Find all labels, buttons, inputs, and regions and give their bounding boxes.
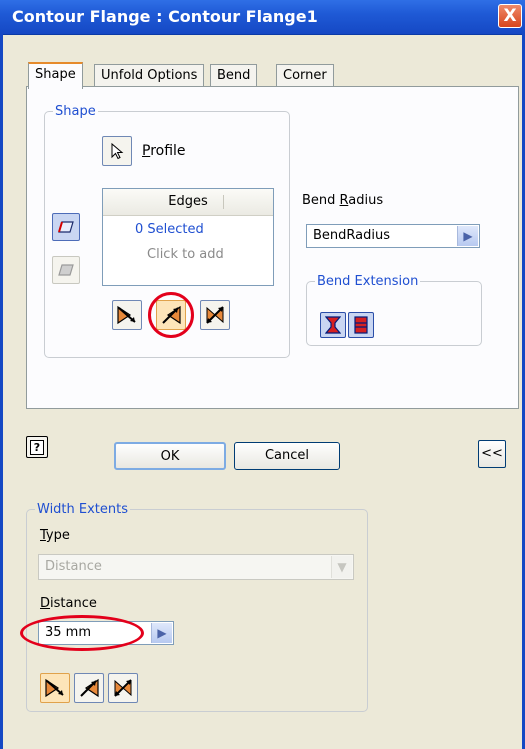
edge-mode-button[interactable] [52,213,80,241]
face-loop-icon [58,264,74,276]
distance-label: Distance [40,596,97,611]
chevron-right-icon: ▶ [463,229,473,243]
distance-field[interactable]: 35 mm ▶ [38,621,174,645]
cancel-button[interactable]: Cancel [234,442,340,470]
bend-extension-aligned-button[interactable] [320,312,346,338]
bend-radius-flyout-button[interactable]: ▶ [457,226,478,246]
ok-button[interactable]: OK [114,442,226,470]
flange-symmetric-icon [206,306,224,324]
edges-click-hint[interactable]: Click to add [147,247,224,262]
help-icon: ? [30,439,44,455]
type-dropdown: Distance ▼ [38,554,354,580]
type-dropdown-arrow: ▼ [331,556,352,578]
title-bar: Contour Flange : Contour Flange1 X [0,0,525,35]
flange-side-2-icon [162,305,181,325]
width-symmetric-button[interactable] [108,673,138,703]
bend-radius-value: BendRadius [313,228,390,243]
distance-flyout-button[interactable]: ▶ [151,623,172,643]
tab-shape[interactable]: Shape [28,62,83,89]
header-divider [223,195,224,209]
window-title: Contour Flange : Contour Flange1 [12,7,318,26]
edges-list[interactable]: Edges 0 Selected Click to add [102,188,274,286]
width-direction-1-button[interactable] [40,673,70,703]
bend-extension-aligned-icon [325,316,341,334]
profile-select-button[interactable] [102,136,132,166]
flange-side-1-icon [117,305,136,325]
chevron-right-icon: ▶ [157,626,167,640]
help-button[interactable]: ? [26,436,48,458]
width-symmetric-icon [114,679,132,697]
bend-extension-perpendicular-icon [354,316,368,334]
loop-mode-button [52,256,80,284]
width-extents-legend: Width Extents [37,502,129,517]
width-direction-2-button[interactable] [74,673,104,703]
collapse-panel-button[interactable]: << [478,440,506,468]
flange-side-2-button[interactable] [156,300,186,330]
type-label: Type [40,528,70,543]
bend-extension-legend: Bend Extension [317,274,419,289]
edges-selected-count: 0 Selected [135,222,204,237]
edge-face-icon [58,221,74,233]
tab-bend[interactable]: Bend [210,64,258,87]
type-value: Distance [45,559,102,574]
chevron-down-icon: ▼ [337,560,347,574]
shape-group-legend: Shape [55,104,96,119]
width-direction-2-icon [80,678,99,698]
close-button[interactable]: X [498,4,522,28]
distance-value: 35 mm [45,625,92,640]
flange-side-1-button[interactable] [112,300,142,330]
bend-extension-perpendicular-button[interactable] [348,312,374,338]
edges-column-header: Edges [103,189,273,216]
flange-symmetric-button[interactable] [200,300,230,330]
tab-unfold-options[interactable]: Unfold Options [94,64,205,87]
width-direction-1-icon [45,678,64,698]
bend-radius-label: Bend Radius [302,193,384,208]
tab-corner[interactable]: Corner [276,64,334,87]
profile-label: Profile [142,143,186,159]
cursor-arrow-icon [111,142,124,160]
bend-radius-field[interactable]: BendRadius ▶ [306,224,480,248]
